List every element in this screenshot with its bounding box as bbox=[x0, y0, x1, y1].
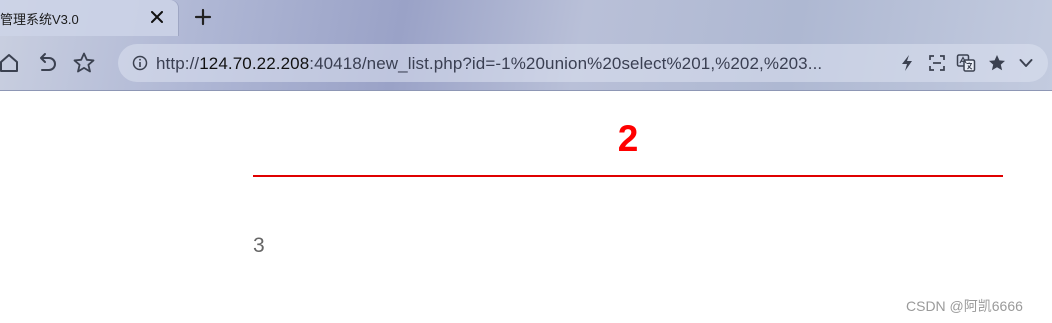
toolbar: http://124.70.22.208:40418/new_list.php?… bbox=[0, 38, 1052, 90]
url-scheme: http:// bbox=[156, 54, 200, 73]
address-bar[interactable]: http://124.70.22.208:40418/new_list.php?… bbox=[118, 44, 1048, 82]
tab-strip: 管理系统V3.0 bbox=[0, 0, 1052, 36]
url-text[interactable]: http://124.70.22.208:40418/new_list.php?… bbox=[156, 54, 822, 74]
screenshot-icon[interactable] bbox=[927, 53, 947, 73]
chevron-down-icon[interactable] bbox=[1016, 53, 1036, 73]
tab-title: 管理系统V3.0 bbox=[0, 12, 79, 27]
home-icon[interactable] bbox=[0, 51, 21, 75]
star-icon[interactable] bbox=[72, 51, 96, 75]
close-icon[interactable] bbox=[147, 7, 167, 27]
new-tab-plus-icon[interactable] bbox=[192, 6, 214, 28]
url-rest: :40418/new_list.php?id=-1%20union%20sele… bbox=[309, 54, 823, 73]
url-host: 124.70.22.208 bbox=[199, 54, 310, 73]
lightning-icon[interactable] bbox=[897, 53, 917, 73]
translate-icon[interactable] bbox=[956, 53, 976, 73]
undo-icon[interactable] bbox=[35, 51, 59, 75]
page-content: 2 3 CSDN @阿凯6666 bbox=[0, 91, 1052, 323]
article-title: 2 bbox=[617, 118, 639, 159]
bookmark-star-icon[interactable] bbox=[987, 53, 1007, 73]
article-body: 3 bbox=[253, 234, 265, 257]
csdn-watermark: CSDN @阿凯6666 bbox=[906, 298, 1023, 314]
tab-active[interactable]: 管理系统V3.0 bbox=[0, 0, 178, 36]
browser-chrome: 管理系统V3.0 http://124.70.22.208:40418/new_… bbox=[0, 0, 1052, 91]
info-icon[interactable] bbox=[132, 55, 148, 71]
title-divider bbox=[253, 175, 1003, 177]
